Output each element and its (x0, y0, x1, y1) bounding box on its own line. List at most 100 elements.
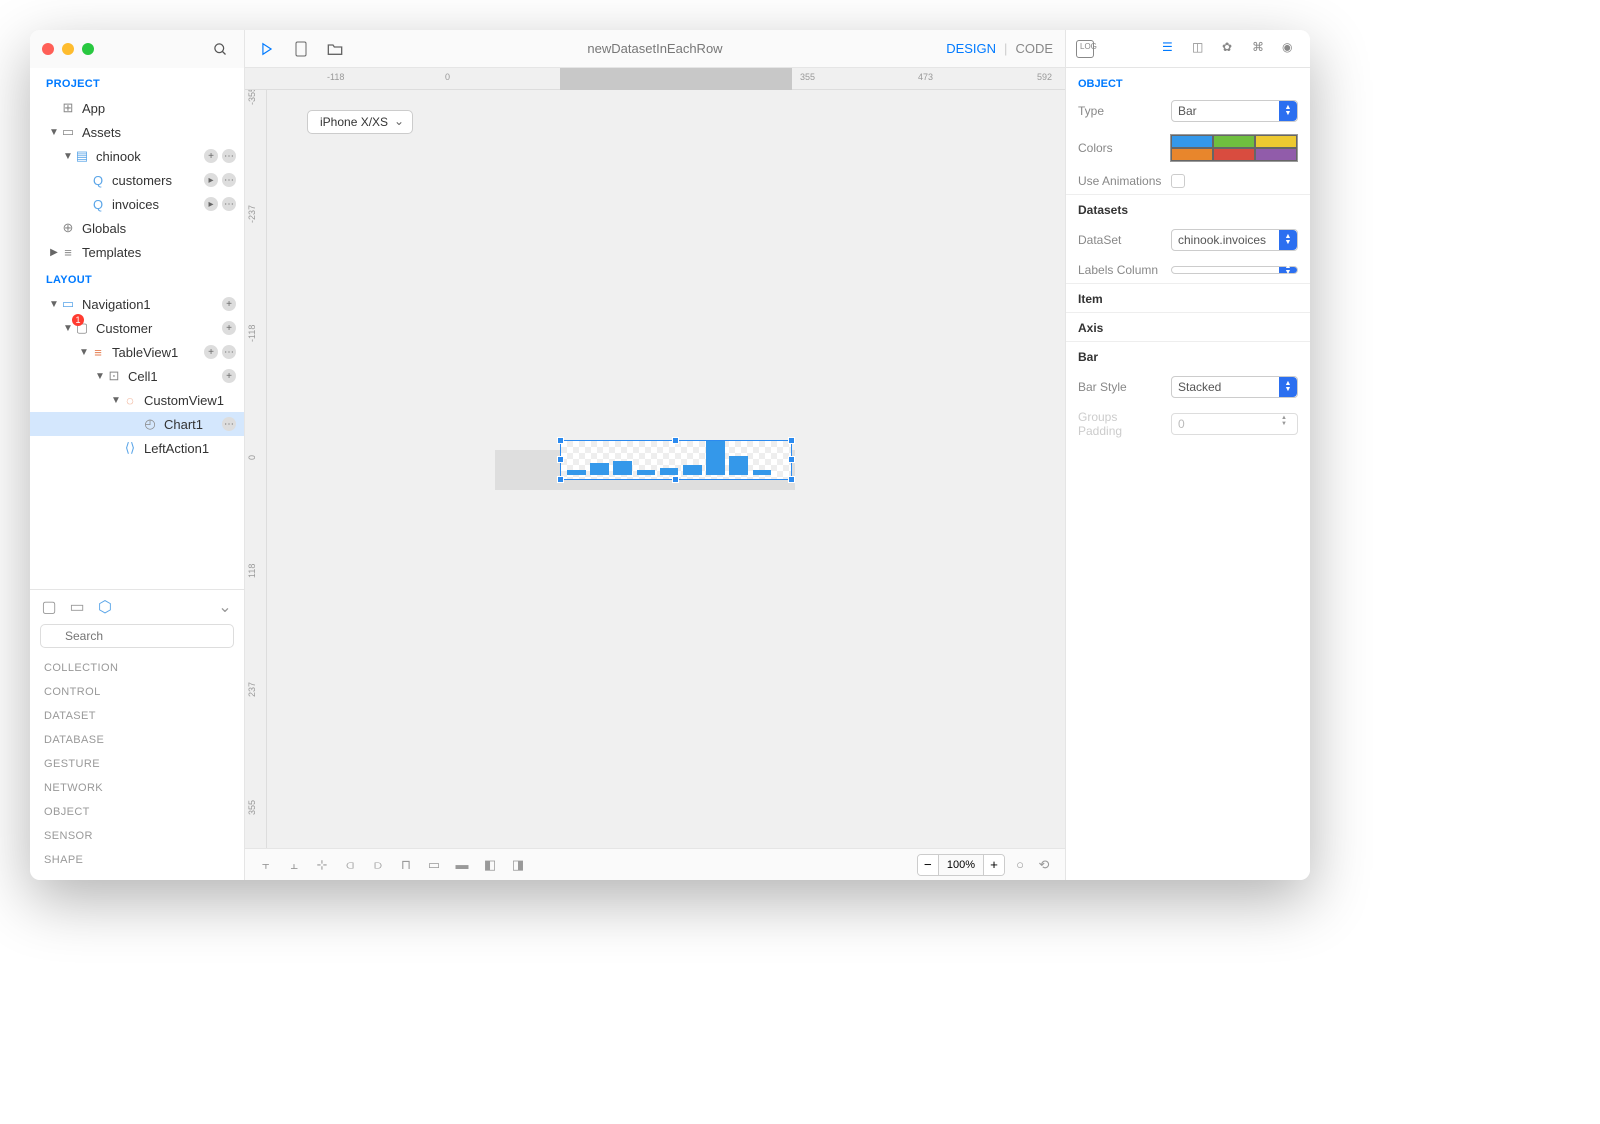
bar (683, 465, 702, 475)
resize-handle[interactable] (788, 476, 795, 483)
minimize-window-button[interactable] (62, 43, 74, 55)
play-icon[interactable]: ▸ (204, 173, 218, 187)
align-icon[interactable]: ⫏ (341, 856, 359, 874)
layout-icon[interactable]: ◧ (481, 856, 499, 874)
category-shape[interactable]: SHAPE (40, 848, 234, 872)
align-icon[interactable]: ⫟ (257, 856, 275, 874)
add-icon[interactable]: + (222, 297, 236, 311)
layout-icon[interactable]: ▭ (425, 856, 443, 874)
resize-handle[interactable] (557, 437, 564, 444)
fit-icon[interactable]: ○ (1011, 856, 1029, 874)
more-icon[interactable]: ⋯ (222, 345, 236, 359)
add-icon[interactable]: + (222, 321, 236, 335)
layout-section-header: LAYOUT (30, 264, 244, 292)
barstyle-select[interactable]: Stacked▲▼ (1171, 376, 1298, 398)
tree-globals[interactable]: ⊕ Globals (30, 216, 244, 240)
inspector-panel: LOG ☰ ◫ ✿ ⌘ ◉ OBJECT Type Bar▲▼ Colors U… (1065, 30, 1310, 880)
more-icon[interactable]: ⋯ (222, 149, 236, 163)
layout-icon[interactable]: ▬ (453, 856, 471, 874)
category-database[interactable]: DATABASE (40, 728, 234, 752)
library-tab-1[interactable]: ▢ (40, 598, 58, 616)
add-icon[interactable]: + (204, 345, 218, 359)
resize-handle[interactable] (557, 476, 564, 483)
left-sidebar: PROJECT ⊞ App ▼▭ Assets ▼▤ chinook +⋯ Q … (30, 30, 245, 880)
align-icon[interactable]: ⫠ (285, 856, 303, 874)
category-control[interactable]: CONTROL (40, 680, 234, 704)
tree-chart1[interactable]: ◴ Chart1 ⋯ (30, 412, 244, 436)
tree-leftaction1[interactable]: ⟨⟩ LeftAction1 (30, 436, 244, 460)
device-selector[interactable]: iPhone X/XS (307, 110, 413, 134)
properties-tab-icon[interactable]: ☰ (1162, 40, 1180, 58)
appearance-tab-icon[interactable]: ✿ (1222, 40, 1240, 58)
add-icon[interactable]: + (222, 369, 236, 383)
tree-customers[interactable]: Q customers ▸⋯ (30, 168, 244, 192)
more-icon[interactable]: ⋯ (222, 197, 236, 211)
align-icon[interactable]: ⊓ (397, 856, 415, 874)
run-button[interactable] (257, 39, 277, 59)
zoom-in-button[interactable]: + (984, 855, 1004, 875)
device-icon[interactable] (291, 39, 311, 59)
dataset-select[interactable]: chinook.invoices▲▼ (1171, 229, 1298, 251)
tree-label: Customer (96, 321, 152, 336)
animations-checkbox[interactable] (1171, 174, 1185, 188)
tree-chinook[interactable]: ▼▤ chinook +⋯ (30, 144, 244, 168)
category-gesture[interactable]: GESTURE (40, 752, 234, 776)
geometry-tab-icon[interactable]: ◫ (1192, 40, 1210, 58)
design-canvas[interactable]: iPhone X/XS (267, 90, 1065, 848)
animations-label: Use Animations (1078, 174, 1163, 188)
resize-handle[interactable] (788, 437, 795, 444)
tree-cell1[interactable]: ▼⊡ Cell1 + (30, 364, 244, 388)
tree-invoices[interactable]: Q invoices ▸⋯ (30, 192, 244, 216)
tree-customer[interactable]: ▼▢ 1 Customer + (30, 316, 244, 340)
center-toolbar: newDatasetInEachRow DESIGN | CODE (245, 30, 1065, 68)
color-palette[interactable] (1170, 134, 1298, 162)
actions-tab-icon[interactable]: ⌘ (1252, 40, 1270, 58)
folder-icon[interactable] (325, 39, 345, 59)
tree-customview1[interactable]: ▼◌ CustomView1 (30, 388, 244, 412)
rotate-icon[interactable]: ⟲ (1035, 856, 1053, 874)
tree-label: TableView1 (112, 345, 178, 360)
search-icon[interactable] (208, 37, 232, 61)
align-icon[interactable]: ⊹ (313, 856, 331, 874)
category-object[interactable]: OBJECT (40, 800, 234, 824)
library-tab-3[interactable]: ⬡ (96, 598, 114, 616)
chart-icon: ◴ (142, 416, 158, 432)
more-icon[interactable]: ⋯ (222, 417, 236, 431)
category-network[interactable]: NETWORK (40, 776, 234, 800)
library-search-input[interactable] (40, 624, 234, 648)
close-window-button[interactable] (42, 43, 54, 55)
preview-tab-icon[interactable]: ◉ (1282, 40, 1300, 58)
zoom-out-button[interactable]: − (918, 855, 938, 875)
resize-handle[interactable] (672, 437, 679, 444)
resize-handle[interactable] (672, 476, 679, 483)
play-icon[interactable]: ▸ (204, 197, 218, 211)
design-tab[interactable]: DESIGN (946, 41, 996, 56)
log-button[interactable]: LOG (1076, 40, 1094, 58)
padding-input[interactable]: 0▲▼ (1171, 413, 1298, 435)
type-select[interactable]: Bar▲▼ (1171, 100, 1298, 122)
item-section[interactable]: Item (1066, 283, 1310, 312)
add-icon[interactable]: + (204, 149, 218, 163)
code-tab[interactable]: CODE (1015, 41, 1053, 56)
db-icon: ▤ (74, 148, 90, 164)
chevron-down-icon[interactable]: ⌄ (216, 598, 234, 616)
axis-section[interactable]: Axis (1066, 312, 1310, 341)
more-icon[interactable]: ⋯ (222, 173, 236, 187)
tree-app[interactable]: ⊞ App (30, 96, 244, 120)
tree-templates[interactable]: ▶≡ Templates (30, 240, 244, 264)
category-dataset[interactable]: DATASET (40, 704, 234, 728)
category-sensor[interactable]: SENSOR (40, 824, 234, 848)
layout-icon[interactable]: ◨ (509, 856, 527, 874)
resize-handle[interactable] (557, 456, 564, 463)
tree-navigation1[interactable]: ▼▭ Navigation1 + (30, 292, 244, 316)
maximize-window-button[interactable] (82, 43, 94, 55)
align-icon[interactable]: ⫐ (369, 856, 387, 874)
category-collection[interactable]: COLLECTION (40, 656, 234, 680)
tree-assets[interactable]: ▼▭ Assets (30, 120, 244, 144)
resize-handle[interactable] (788, 456, 795, 463)
labels-column-select[interactable]: ▲▼ (1171, 266, 1298, 274)
tree-tableview1[interactable]: ▼≡ TableView1 +⋯ (30, 340, 244, 364)
bar-section[interactable]: Bar (1066, 341, 1310, 370)
library-tab-2[interactable]: ▭ (68, 598, 86, 616)
chart1-object[interactable] (560, 440, 792, 480)
